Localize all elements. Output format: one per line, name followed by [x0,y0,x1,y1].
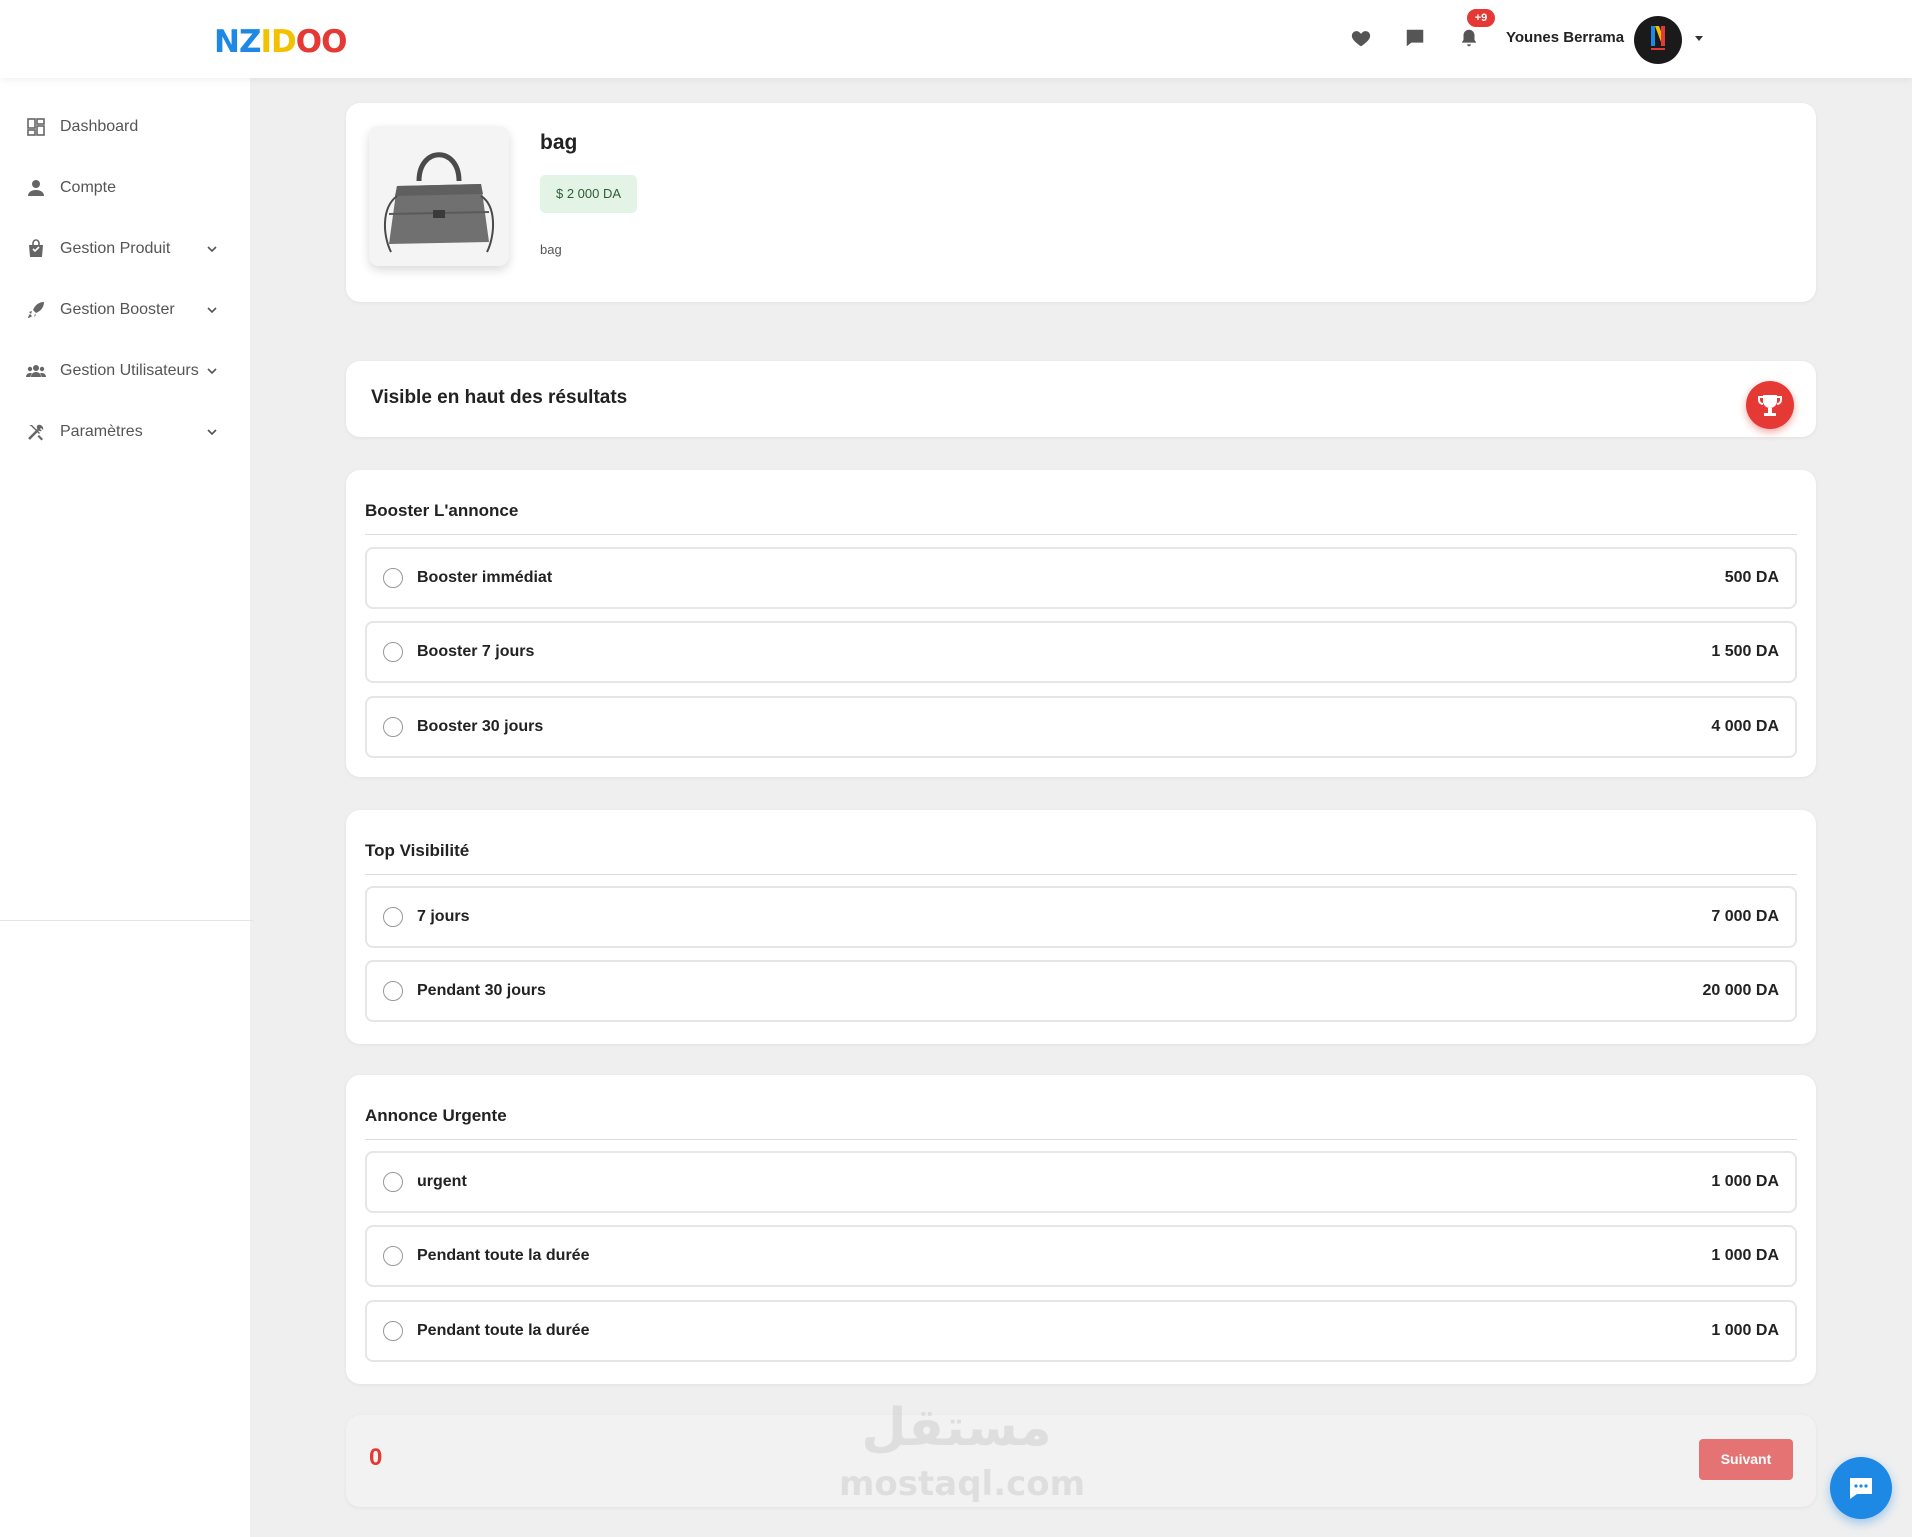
radio-button[interactable] [383,568,403,588]
watermark: مستقل mostaql.com [839,1398,1086,1508]
sidebar-item-label: Compte [60,179,117,196]
radio-button[interactable] [383,1246,403,1266]
sidebar-item-gestion-booster[interactable]: Gestion Booster [0,288,250,332]
user-menu-caret-icon[interactable] [1695,36,1703,41]
option-price: 1 500 DA [1711,643,1779,660]
section-divider [365,534,1797,535]
section-annonce-urgente: Annonce Urgente urgent 1 000 DA Pendant … [346,1075,1816,1384]
radio-button[interactable] [383,1172,403,1192]
trophy-icon [1758,395,1782,416]
sidebar-item-label: Gestion Booster [60,301,175,318]
sidebar-item-gestion-utilisateurs[interactable]: Gestion Utilisateurs [0,349,250,393]
chat-button[interactable] [1830,1457,1892,1519]
logo[interactable]: NZIDOO [214,24,347,60]
option-price: 500 DA [1724,569,1779,586]
logo-letter-3: I [260,24,272,60]
watermark-latin: mostaql.com [839,1464,1086,1504]
chevron-down-icon [207,246,217,253]
avatar-logo-icon [1651,26,1665,50]
sidebar-item-label: Paramètres [60,423,143,440]
heart-icon[interactable] [1350,27,1372,49]
option-label: Booster immédiat [417,569,553,586]
sidebar-item-label: Dashboard [60,118,139,135]
chat-bubble-icon [1850,1478,1872,1499]
radio-button[interactable] [383,907,403,927]
sidebar-item-dashboard[interactable]: Dashboard [0,105,250,149]
dashboard-icon [27,118,45,136]
option-label: Booster 7 jours [417,643,535,660]
section-booster: Booster L'annonce Booster immédiat 500 D… [346,470,1816,777]
option-price: 7 000 DA [1711,908,1779,925]
option-price: 1 000 DA [1711,1247,1779,1264]
option-booster-immediat[interactable]: Booster immédiat 500 DA [365,547,1797,609]
option-label: Booster 30 jours [417,718,544,735]
bell-icon[interactable] [1458,27,1480,49]
option-price: 1 000 DA [1711,1173,1779,1190]
total-amount: 0 [369,1444,383,1471]
option-urgent[interactable]: urgent 1 000 DA [365,1151,1797,1213]
option-booster-30-jours[interactable]: Booster 30 jours 4 000 DA [365,696,1797,758]
option-price: 4 000 DA [1711,718,1779,735]
sidebar-item-label: Gestion Produit [60,240,171,257]
section-title: Booster L'annonce [365,501,519,520]
option-7-jours[interactable]: 7 jours 7 000 DA [365,886,1797,948]
user-icon [28,180,44,196]
chevron-down-icon [207,429,217,436]
logo-letter-5: O [295,24,322,60]
option-price: 1 000 DA [1711,1322,1779,1339]
logo-letter-6: O [321,24,347,60]
chevron-down-icon [207,307,217,314]
section-top-visibilite: Top Visibilité 7 jours 7 000 DA Pendant … [346,810,1816,1044]
shopping-bag-icon [29,239,43,257]
watermark-arabic: مستقل [861,1398,1052,1458]
option-pendant-toute-la-duree[interactable]: Pendant toute la durée 1 000 DA [365,1225,1797,1287]
sidebar-divider [0,920,254,921]
radio-button[interactable] [383,717,403,737]
visibility-banner: Visible en haut des résultats [346,361,1816,437]
sidebar-item-compte[interactable]: Compte [0,166,250,210]
product-price: $ 2 000 DA [540,175,638,213]
chat-icon[interactable] [1404,27,1426,49]
radio-button[interactable] [383,642,403,662]
section-title: Top Visibilité [365,841,470,860]
option-label: Pendant 30 jours [417,982,546,999]
sidebar: Dashboard Compte Gestion Produit Gestion… [0,78,254,1537]
option-pendant-toute-la-duree-2[interactable]: Pendant toute la durée 1 000 DA [365,1300,1797,1362]
section-divider [365,1139,1797,1140]
option-pendant-30-jours[interactable]: Pendant 30 jours 20 000 DA [365,960,1797,1022]
user-name[interactable]: Younes Berrama [1506,29,1624,46]
option-label: 7 jours [417,908,470,925]
option-label: urgent [417,1173,467,1190]
product-image[interactable] [369,126,509,266]
visibility-title: Visible en haut des résultats [371,387,628,408]
section-divider [365,874,1797,875]
handbag-image [369,126,509,266]
rocket-icon [28,302,44,318]
radio-button[interactable] [383,981,403,1001]
logo-letter-2: Z [238,24,262,60]
option-booster-7-jours[interactable]: Booster 7 jours 1 500 DA [365,621,1797,683]
option-label: Pendant toute la durée [417,1247,590,1264]
product-card: bag $ 2 000 DA bag [346,103,1816,302]
chevron-down-icon [207,368,217,375]
section-title: Annonce Urgente [365,1106,507,1125]
tools-icon [28,424,44,441]
sidebar-item-parametres[interactable]: Paramètres [0,410,250,454]
product-title: bag [540,131,578,154]
users-icon [26,365,46,377]
notification-badge: +9 [1467,9,1495,27]
top-header: NZIDOO +9 Younes Berrama [0,0,1912,78]
option-price: 20 000 DA [1702,982,1780,999]
avatar[interactable] [1634,16,1682,64]
next-button[interactable]: Suivant [1699,1439,1793,1480]
logo-letter-1: N [214,24,240,60]
option-label: Pendant toute la durée [417,1322,590,1339]
sidebar-item-gestion-produit[interactable]: Gestion Produit [0,227,250,271]
trophy-button[interactable] [1746,381,1794,429]
radio-button[interactable] [383,1321,403,1341]
product-description: bag [540,242,562,257]
sidebar-item-label: Gestion Utilisateurs [60,362,199,379]
logo-letter-4: D [270,24,297,60]
